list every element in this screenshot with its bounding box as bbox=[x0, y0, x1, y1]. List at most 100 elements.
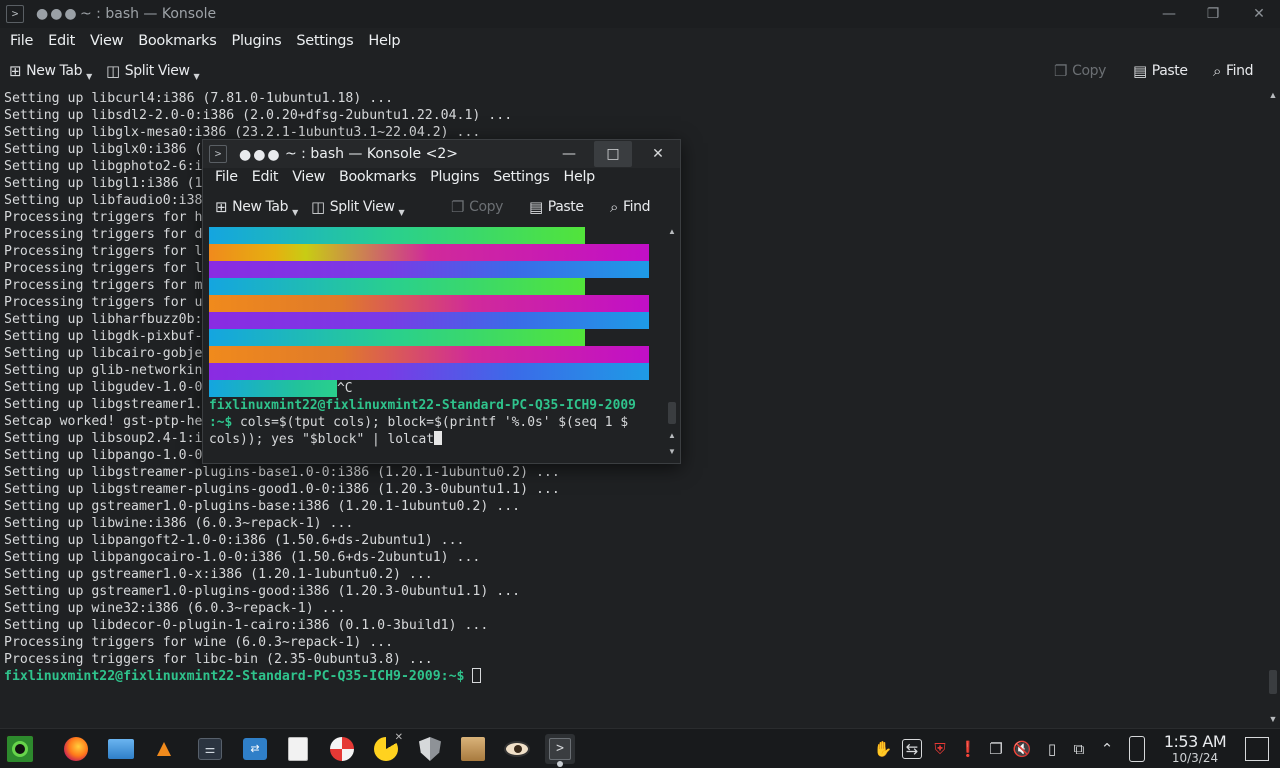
files-icon[interactable] bbox=[106, 734, 136, 764]
paste-button[interactable]: ▤ Paste bbox=[1133, 60, 1188, 82]
menu-help[interactable]: Help bbox=[368, 33, 400, 49]
close-icon[interactable]: ✕ bbox=[647, 144, 669, 164]
command-line-1: :~$ cols=$(tput cols); block=$(printf '%… bbox=[209, 414, 628, 431]
hand-icon[interactable]: ✋ bbox=[873, 738, 893, 760]
menu-edit[interactable]: Edit bbox=[48, 33, 75, 49]
window-dots-icon[interactable]: ●●● bbox=[239, 148, 282, 162]
second-toolbar: ⊞ New Tab ▼ ◫ Split View ▼ ❐ Copy ▤ Past… bbox=[203, 192, 680, 222]
help-icon[interactable] bbox=[327, 734, 357, 764]
terminal-line: Setting up libgstreamer-plugins-base1.0-… bbox=[4, 465, 560, 480]
terminal-line: Setting up libgstreamer-plugins-good1.0-… bbox=[4, 482, 560, 497]
chevron-down-icon[interactable]: ▼ bbox=[292, 208, 298, 217]
terminal-line: Setting up wine32:i386 (6.0.3~repack-1) … bbox=[4, 601, 346, 616]
prompt-host: fixlinuxmint22@fixlinuxmint22-Standard-P… bbox=[209, 398, 636, 413]
find-button[interactable]: ⌕ Find bbox=[1213, 60, 1254, 82]
clock-time[interactable]: 1:53 AM bbox=[1163, 732, 1227, 751]
battery-icon[interactable]: ▯ bbox=[1042, 738, 1062, 760]
scroll-down-icon[interactable]: ▼ bbox=[1266, 712, 1280, 726]
taskbar: ▲ ⚌ ⇄ ✕ > ✋ ⇆ ⛨ ❗ ❐ 🔇 ▯ ⧉ ⌃ 1:53 AM 10/3… bbox=[0, 728, 1280, 768]
lolcat-bar bbox=[209, 346, 649, 363]
menu-settings[interactable]: Settings bbox=[493, 169, 550, 185]
find-button[interactable]: ⌕ Find bbox=[610, 196, 651, 218]
scroll-up-icon[interactable]: ▲ bbox=[1266, 88, 1280, 102]
lolcat-bar bbox=[209, 227, 585, 244]
clipboard-alert-icon[interactable]: ❗ bbox=[958, 738, 978, 760]
copy-label: Copy bbox=[469, 199, 503, 215]
menu-view[interactable]: View bbox=[90, 33, 124, 49]
show-desktop-icon[interactable] bbox=[1245, 737, 1269, 761]
main-titlebar[interactable]: > ●●● ~ : bash — Konsole — ❐ ✕ bbox=[0, 0, 1280, 28]
menu-icon[interactable] bbox=[5, 734, 35, 764]
second-scrollbar[interactable]: ▲ ▲ ▼ bbox=[666, 226, 678, 462]
konsole-icon[interactable]: > bbox=[545, 734, 575, 767]
copy-label: Copy bbox=[1072, 63, 1106, 79]
vlc-icon[interactable]: ▲ bbox=[149, 734, 179, 764]
maximize-icon[interactable]: ❐ bbox=[1202, 4, 1224, 24]
new-tab-button[interactable]: ⊞ New Tab ▼ bbox=[9, 60, 92, 82]
terminal-line: Setting up libwine:i386 (6.0.3~repack-1)… bbox=[4, 516, 354, 531]
window-dots-icon[interactable]: ●●● bbox=[36, 7, 79, 21]
scroll-up-icon[interactable]: ▲ bbox=[666, 226, 678, 238]
terminal-line: Setting up libcurl4:i386 (7.81.0-1ubuntu… bbox=[4, 91, 394, 106]
lolcat-bar bbox=[209, 380, 337, 397]
menu-edit[interactable]: Edit bbox=[252, 169, 279, 185]
minimize-icon[interactable]: — bbox=[558, 144, 580, 164]
split-view-button[interactable]: ◫ Split View ▼ bbox=[311, 196, 405, 218]
scroll-up-icon[interactable]: ▲ bbox=[666, 430, 678, 442]
menu-plugins[interactable]: Plugins bbox=[232, 33, 282, 49]
find-label: Find bbox=[623, 199, 651, 215]
chevron-down-icon[interactable]: ▼ bbox=[399, 208, 405, 217]
split-view-label: Split View bbox=[124, 63, 190, 79]
display-icon[interactable]: ⧉ bbox=[1069, 738, 1089, 760]
menu-settings[interactable]: Settings bbox=[296, 33, 353, 49]
split-view-button[interactable]: ◫ Split View ▼ bbox=[106, 60, 200, 82]
terminal-line: Setting up gstreamer1.0-x:i386 (1.20.1-1… bbox=[4, 567, 433, 582]
scroll-thumb[interactable] bbox=[668, 402, 676, 424]
copy-button[interactable]: ❐ Copy bbox=[1054, 60, 1106, 82]
close-icon[interactable]: ✕ bbox=[1248, 4, 1270, 24]
command-text-1: cols=$(tput cols); block=$(printf '%.0s'… bbox=[240, 415, 629, 430]
new-tab-button[interactable]: ⊞ New Tab ▼ bbox=[215, 196, 298, 218]
firefox-icon[interactable] bbox=[61, 734, 91, 764]
konsole-app-icon: > bbox=[209, 145, 227, 163]
eye-icon[interactable] bbox=[502, 734, 532, 764]
archive-icon[interactable] bbox=[458, 734, 488, 764]
search-icon: ⌕ bbox=[1213, 62, 1222, 80]
pacman-icon[interactable]: ✕ bbox=[371, 732, 403, 764]
settings-icon[interactable]: ⚌ bbox=[195, 734, 225, 764]
terminal-line: Processing triggers for wine (6.0.3~repa… bbox=[4, 635, 394, 650]
copy-tray-icon[interactable]: ❐ bbox=[986, 738, 1006, 760]
split-view-icon: ◫ bbox=[311, 198, 325, 216]
device-icon[interactable] bbox=[1129, 736, 1145, 762]
menu-file[interactable]: File bbox=[215, 169, 238, 185]
minimize-icon[interactable]: — bbox=[1158, 4, 1180, 24]
paste-icon: ▤ bbox=[1133, 62, 1147, 80]
volume-muted-icon[interactable]: 🔇 bbox=[1012, 738, 1032, 760]
shield-icon[interactable] bbox=[415, 734, 445, 764]
software-icon[interactable]: ⇄ bbox=[240, 734, 270, 764]
menu-view[interactable]: View bbox=[292, 169, 325, 185]
clock-date[interactable]: 10/3/24 bbox=[1163, 751, 1227, 765]
second-terminal-output[interactable]: ^C fixlinuxmint22@fixlinuxmint22-Standar… bbox=[209, 227, 663, 459]
menu-file[interactable]: File bbox=[10, 33, 33, 49]
chevron-down-icon[interactable]: ▼ bbox=[86, 72, 92, 81]
lolcat-bar bbox=[209, 329, 585, 346]
chevron-up-icon[interactable]: ⌃ bbox=[1097, 738, 1117, 760]
second-konsole-window[interactable]: > ●●● ~ : bash — Konsole <2> — □ ✕ File … bbox=[202, 139, 681, 464]
menu-bookmarks[interactable]: Bookmarks bbox=[339, 169, 416, 185]
second-menubar: File Edit View Bookmarks Plugins Setting… bbox=[203, 164, 680, 190]
terminal-line: Setting up libpangocairo-1.0-0:i386 (1.5… bbox=[4, 550, 481, 565]
chevron-down-icon[interactable]: ▼ bbox=[194, 72, 200, 81]
text-editor-icon[interactable] bbox=[283, 734, 313, 764]
konsole-app-icon: > bbox=[6, 5, 24, 23]
copy-button[interactable]: ❐ Copy bbox=[451, 196, 503, 218]
paste-button[interactable]: ▤ Paste bbox=[529, 196, 584, 218]
update-icon[interactable]: ⇆ bbox=[902, 739, 922, 759]
scroll-thumb[interactable] bbox=[1269, 670, 1277, 694]
menu-bookmarks[interactable]: Bookmarks bbox=[138, 33, 217, 49]
menu-help[interactable]: Help bbox=[564, 169, 596, 185]
security-shield-icon[interactable]: ⛨ bbox=[930, 738, 950, 760]
main-scrollbar[interactable]: ▲ ▼ bbox=[1266, 88, 1280, 728]
menu-plugins[interactable]: Plugins bbox=[430, 169, 479, 185]
scroll-down-icon[interactable]: ▼ bbox=[666, 446, 678, 458]
